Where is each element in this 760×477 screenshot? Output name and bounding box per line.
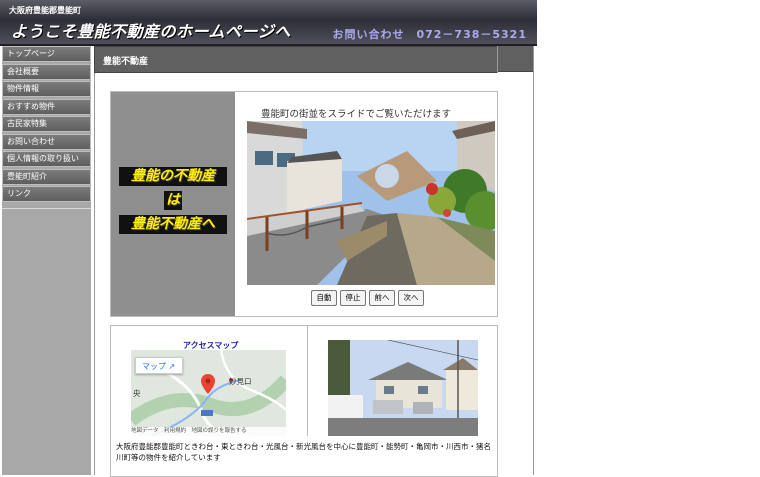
sidebar-item-links[interactable]: リンク bbox=[2, 186, 91, 202]
banner-title: ようこそ豊能不動産のホームページへ bbox=[11, 22, 291, 41]
sidebar-item-recommended[interactable]: おすすめ物件 bbox=[2, 98, 91, 115]
truncated-text-line bbox=[116, 471, 492, 477]
right-column-1 bbox=[497, 46, 517, 475]
site-banner: 大阪府豊能郡豊能町 ようこそ豊能不動産のホームページへ お問い合わせ 072－7… bbox=[0, 0, 537, 46]
promo-text: 豊能の不動産 は 豊能不動産へ bbox=[119, 167, 227, 239]
map-button-label: マップ bbox=[142, 362, 166, 371]
right-column-1-header bbox=[498, 46, 516, 72]
slideshow-caption: 豊能町の街並をスライドでご覧いただけます bbox=[261, 109, 452, 120]
sidebar-item-old-houses[interactable]: 古民家特集 bbox=[2, 116, 91, 132]
promo-line-3: 豊能不動産へ bbox=[119, 215, 227, 234]
map-pin-icon[interactable] bbox=[201, 374, 215, 398]
sidebar-item-properties[interactable]: 物件情報 bbox=[2, 81, 91, 97]
map-left-label: 央 bbox=[133, 389, 141, 398]
banner-contact: お問い合わせ 072－738－5321 bbox=[332, 28, 527, 41]
promo-panel: 豊能の不動産 は 豊能不動産へ bbox=[111, 92, 235, 316]
promo-frame: 豊能の不動産 は 豊能不動産へ 豊能町の街並をスライドでご覧いただけます 自動 … bbox=[110, 91, 498, 317]
section-header: 豊能不動産 bbox=[94, 46, 500, 73]
company-description: 大阪府豊能郡豊能町ときわ台・東ときわ台・光風台・新光風台を中心に豊能町・能勢町・… bbox=[116, 442, 491, 462]
promo-line-2: は bbox=[164, 191, 182, 210]
promo-line-1: 豊能の不動産 bbox=[119, 167, 227, 186]
sidebar-item-privacy[interactable]: 個人情報の取り扱い bbox=[2, 151, 91, 167]
access-divider bbox=[307, 326, 308, 436]
external-link-icon: ↗ bbox=[168, 362, 176, 371]
slideshow-next-button[interactable]: 次へ bbox=[398, 290, 424, 306]
map-open-button[interactable]: マップ ↗ bbox=[135, 357, 183, 374]
right-column-2-header bbox=[516, 46, 533, 72]
street-photo-illustration bbox=[247, 121, 495, 285]
access-frame: アクセスマップ マップ ↗ 妙見口 央 地図データ 利用規約 地図の誤りを報告す… bbox=[110, 325, 498, 477]
slideshow-auto-button[interactable]: 自動 bbox=[311, 290, 337, 306]
banner-prefecture: 大阪府豊能郡豊能町 bbox=[9, 6, 81, 15]
sidebar-divider bbox=[2, 207, 91, 209]
slideshow-stop-button[interactable]: 停止 bbox=[340, 290, 366, 306]
sidebar-nav: トップページ 会社概要 物件情報 おすすめ物件 古民家特集 お問い合わせ 個人情… bbox=[2, 46, 91, 475]
sidebar-item-company[interactable]: 会社概要 bbox=[2, 63, 91, 80]
house-photo-illustration bbox=[328, 340, 478, 436]
slideshow-photo bbox=[247, 121, 495, 285]
sidebar-item-contact[interactable]: お問い合わせ bbox=[2, 133, 91, 150]
map-place-label: 妙見口 bbox=[229, 377, 252, 386]
section-title: 豊能不動産 bbox=[103, 57, 149, 67]
house-photo bbox=[328, 340, 478, 436]
main-content: 豊能の不動産 は 豊能不動産へ 豊能町の街並をスライドでご覧いただけます 自動 … bbox=[94, 73, 498, 477]
sidebar-item-town[interactable]: 豊能町紹介 bbox=[2, 168, 91, 185]
right-column-2 bbox=[516, 46, 534, 475]
map-footer[interactable]: 地図データ 利用規約 地図の誤りを報告する bbox=[131, 427, 286, 436]
access-map[interactable]: マップ ↗ 妙見口 央 地図データ 利用規約 地図の誤りを報告する bbox=[131, 350, 286, 436]
sidebar-item-top[interactable]: トップページ bbox=[2, 46, 91, 62]
slideshow-prev-button[interactable]: 前へ bbox=[369, 290, 395, 306]
